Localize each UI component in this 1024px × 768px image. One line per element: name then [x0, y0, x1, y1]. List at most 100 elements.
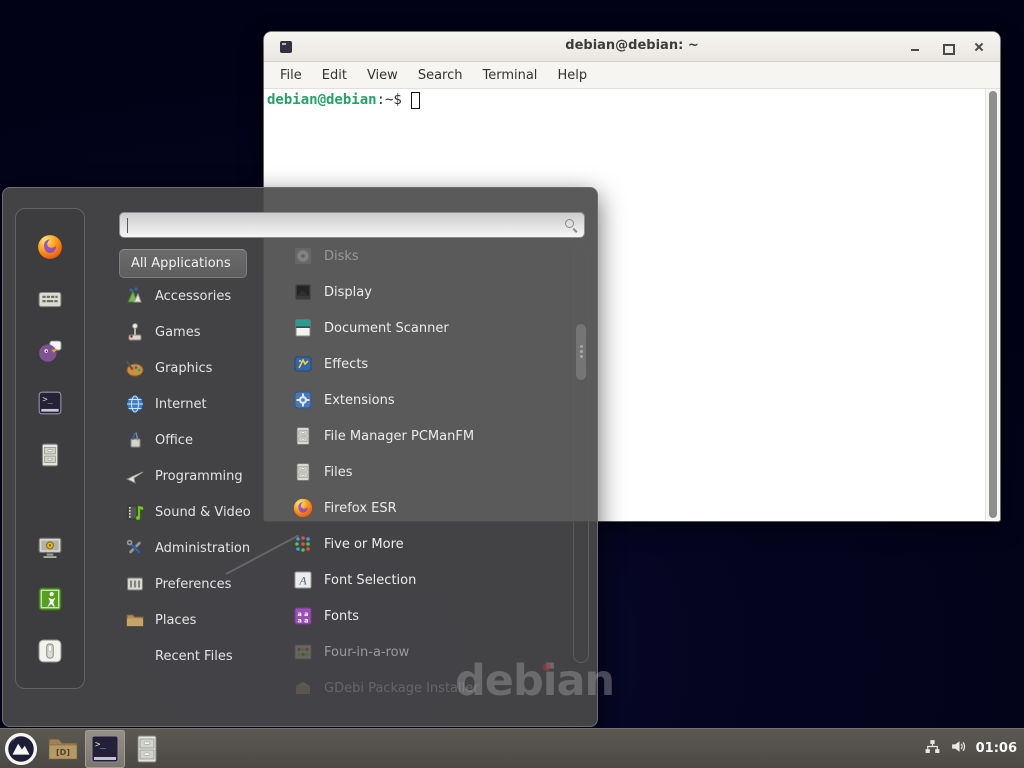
effects-icon — [293, 354, 313, 374]
close-button[interactable] — [972, 40, 986, 54]
terminal-scrollbar[interactable] — [985, 89, 1000, 520]
fonts-icon: a aa a — [293, 606, 313, 626]
lock-screen-icon[interactable] — [37, 534, 63, 560]
firefox-icon — [293, 498, 313, 518]
all-applications-label: All Applications — [131, 256, 231, 271]
category-office[interactable]: Office — [119, 422, 269, 458]
svg-text:a a: a a — [297, 617, 308, 625]
svg-text:[D]: [D] — [56, 748, 70, 757]
extensions-icon — [293, 390, 313, 410]
svg-text:A: A — [298, 574, 307, 588]
app-file-manager-pcmanfm[interactable]: File Manager PCManFM — [289, 418, 561, 454]
app-disks[interactable]: Disks — [289, 238, 561, 274]
menu-help[interactable]: Help — [547, 64, 597, 87]
category-games[interactable]: Games — [119, 314, 269, 350]
application-menu: >_ All Applications Accessories Games Gr… — [2, 187, 598, 727]
category-graphics[interactable]: Graphics — [119, 350, 269, 386]
font-selection-icon: A — [293, 570, 313, 590]
taskbar: [D] >_ 01:06 — [0, 728, 1024, 768]
svg-text:>_: >_ — [42, 395, 53, 405]
recent-files-spacer — [125, 646, 145, 666]
volume-icon[interactable] — [950, 738, 967, 759]
desktop-folder-icon: [D] — [47, 735, 79, 763]
category-list: Accessories Games Graphics Internet Offi… — [119, 278, 269, 674]
menu-terminal[interactable]: Terminal — [472, 64, 547, 87]
places-icon — [125, 610, 145, 630]
file-cabinet-icon — [293, 462, 313, 482]
four-in-a-row-icon — [293, 642, 313, 662]
category-preferences[interactable]: Preferences — [119, 566, 269, 602]
minimize-button[interactable] — [908, 40, 922, 54]
maximize-button[interactable] — [940, 40, 954, 54]
category-internet[interactable]: Internet — [119, 386, 269, 422]
firefox-icon[interactable] — [37, 234, 63, 260]
network-icon[interactable] — [924, 738, 941, 759]
menu-scrollbar-thumb[interactable] — [576, 324, 586, 380]
office-icon — [125, 430, 145, 450]
menu-view[interactable]: View — [357, 64, 408, 87]
software-icon[interactable] — [37, 286, 63, 312]
accessories-icon — [125, 286, 145, 306]
internet-icon — [125, 394, 145, 414]
prompt-user-host: debian@debian — [267, 91, 377, 109]
desktop-folder-launcher[interactable]: [D] — [43, 730, 83, 768]
menu-file[interactable]: File — [270, 64, 312, 87]
app-five-or-more[interactable]: Five or More — [289, 526, 561, 562]
app-extensions[interactable]: Extensions — [289, 382, 561, 418]
terminal-icon: >_ — [91, 735, 119, 763]
graphics-icon — [125, 358, 145, 378]
administration-icon — [125, 538, 145, 558]
prompt-path: :~$ — [377, 91, 402, 109]
menu-edit[interactable]: Edit — [312, 64, 357, 87]
file-cabinet-icon — [135, 735, 159, 763]
system-tray: 01:06 — [924, 738, 1024, 759]
filter-all-applications[interactable]: All Applications — [119, 249, 247, 278]
category-recent-files[interactable]: Recent Files — [119, 638, 269, 674]
terminal-titlebar[interactable]: debian@debian: ~ — [264, 32, 1000, 62]
file-cabinet-icon[interactable] — [37, 442, 63, 468]
file-cabinet-icon — [293, 426, 313, 446]
app-font-selection[interactable]: A Font Selection — [289, 562, 561, 598]
menu-button[interactable] — [1, 730, 41, 768]
search-box[interactable] — [119, 212, 585, 238]
clock[interactable]: 01:06 — [976, 741, 1017, 756]
menu-search[interactable]: Search — [408, 64, 473, 87]
app-document-scanner[interactable]: Document Scanner — [289, 310, 561, 346]
app-effects[interactable]: Effects — [289, 346, 561, 382]
search-input[interactable] — [130, 215, 560, 235]
svg-text:>_: >_ — [95, 740, 106, 750]
search-icon — [565, 219, 574, 228]
app-fonts[interactable]: a aa a Fonts — [289, 598, 561, 634]
terminal-cursor — [411, 92, 420, 109]
app-firefox-esr[interactable]: Firefox ESR — [289, 490, 561, 526]
application-list: Disks Display Document Scanner Effects E… — [289, 238, 561, 706]
category-sound-video[interactable]: Sound & Video — [119, 494, 269, 530]
terminal-icon[interactable]: >_ — [37, 390, 63, 416]
shutdown-icon[interactable] — [37, 638, 63, 664]
files-launcher[interactable] — [127, 730, 167, 768]
terminal-menubar: File Edit View Search Terminal Help — [264, 62, 1000, 89]
category-accessories[interactable]: Accessories — [119, 278, 269, 314]
shell-prompt: debian@debian:~$ — [267, 91, 420, 109]
games-icon — [125, 322, 145, 342]
logout-icon[interactable] — [37, 586, 63, 612]
terminal-scrollbar-thumb[interactable] — [989, 91, 997, 518]
display-icon — [293, 282, 313, 302]
pidgin-icon[interactable] — [37, 338, 63, 364]
text-caret — [127, 218, 128, 233]
document-scanner-icon — [293, 318, 313, 338]
debian-watermark-dot — [543, 663, 551, 671]
terminal-launcher[interactable]: >_ — [85, 730, 125, 768]
menu-scrollbar[interactable] — [573, 247, 589, 663]
desktop: { "terminal_window": { "title": "debian@… — [0, 0, 1024, 768]
disks-icon — [293, 246, 313, 266]
gdebi-icon — [293, 678, 313, 698]
category-programming[interactable]: Programming — [119, 458, 269, 494]
category-places[interactable]: Places — [119, 602, 269, 638]
window-title: debian@debian: ~ — [264, 38, 1000, 53]
sound-video-icon — [125, 502, 145, 522]
menu-button-icon — [4, 732, 38, 766]
app-files[interactable]: Files — [289, 454, 561, 490]
programming-icon — [125, 466, 145, 486]
app-display[interactable]: Display — [289, 274, 561, 310]
